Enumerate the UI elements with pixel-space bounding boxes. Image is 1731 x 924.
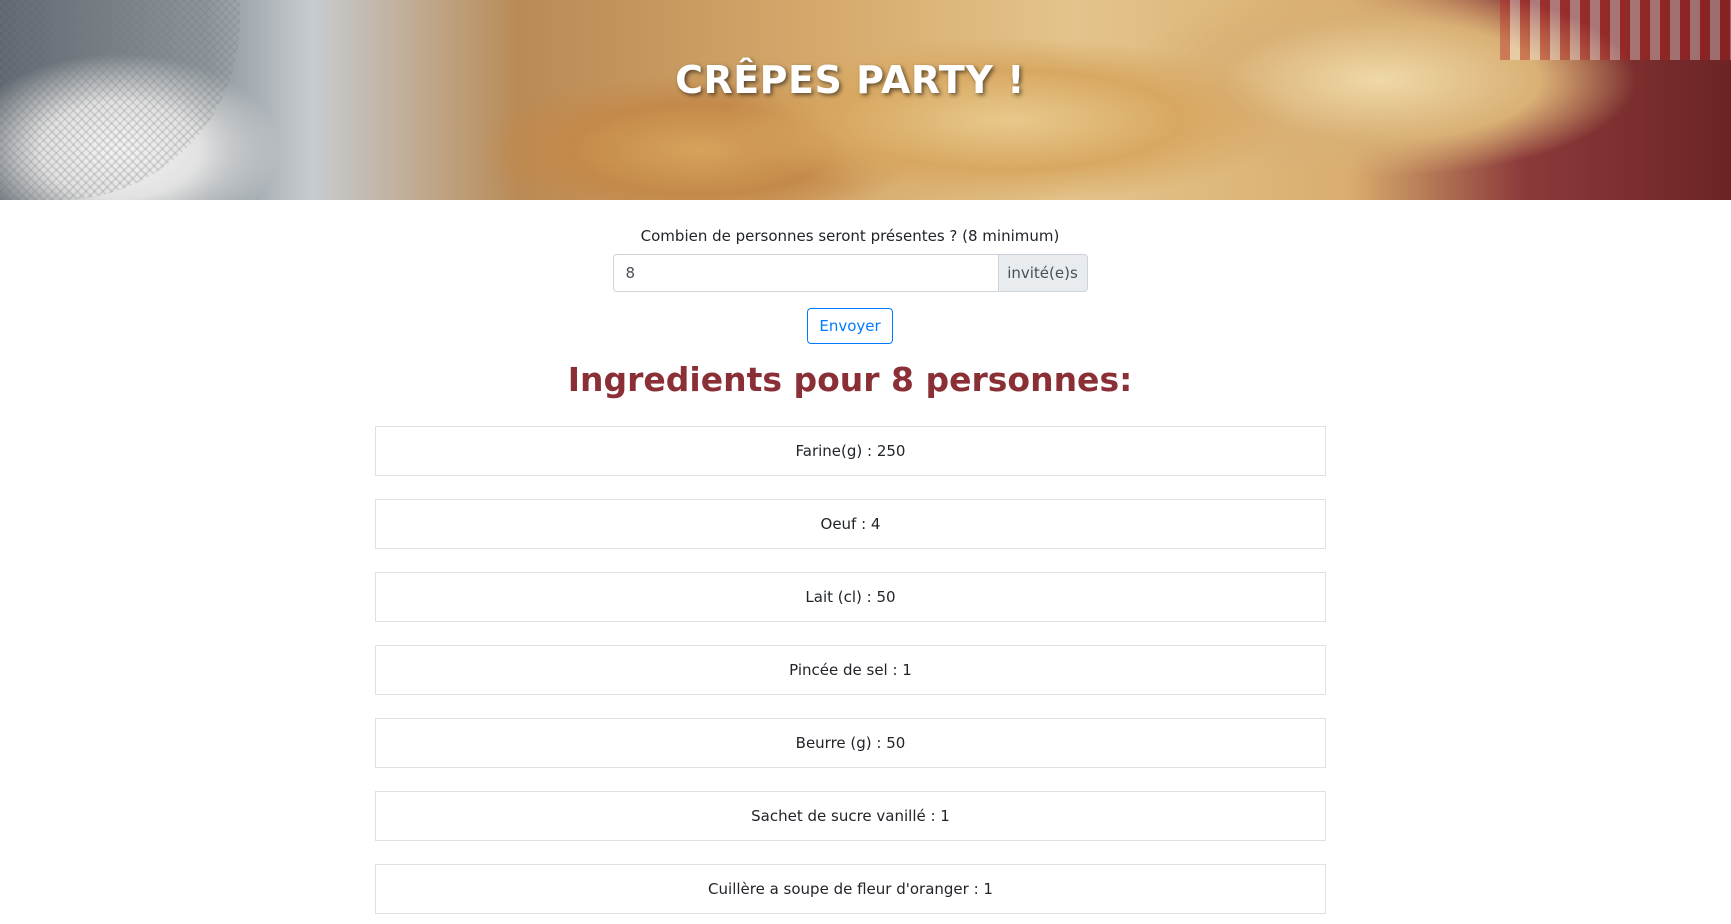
ingredients-list: Farine(g) : 250 Oeuf : 4 Lait (cl) : 50 … [375,426,1326,914]
ingredients-title: Ingredients pour 8 personnes: [567,360,1133,399]
ingredient-item: Lait (cl) : 50 [375,572,1326,622]
hero-banner: CRÊPES PARTY ! [0,0,1731,200]
submit-button[interactable]: Envoyer [807,308,893,344]
guest-form: Combien de personnes seront présentes ? … [0,227,1700,399]
ingredient-item: Farine(g) : 250 [375,426,1326,476]
guests-input-group: invité(e)s [612,254,1088,292]
ingredient-item: Oeuf : 4 [375,499,1326,549]
ingredient-item: Cuillère a soupe de fleur d'oranger : 1 [375,864,1326,914]
ingredient-item: Beurre (g) : 50 [375,718,1326,768]
guests-addon-label: invité(e)s [997,254,1088,292]
ingredient-item: Sachet de sucre vanillé : 1 [375,791,1326,841]
page-title: CRÊPES PARTY ! [675,58,1025,102]
guests-input[interactable] [612,254,998,292]
guests-question-label: Combien de personnes seront présentes ? … [640,227,1060,245]
ingredient-item: Pincée de sel : 1 [375,645,1326,695]
